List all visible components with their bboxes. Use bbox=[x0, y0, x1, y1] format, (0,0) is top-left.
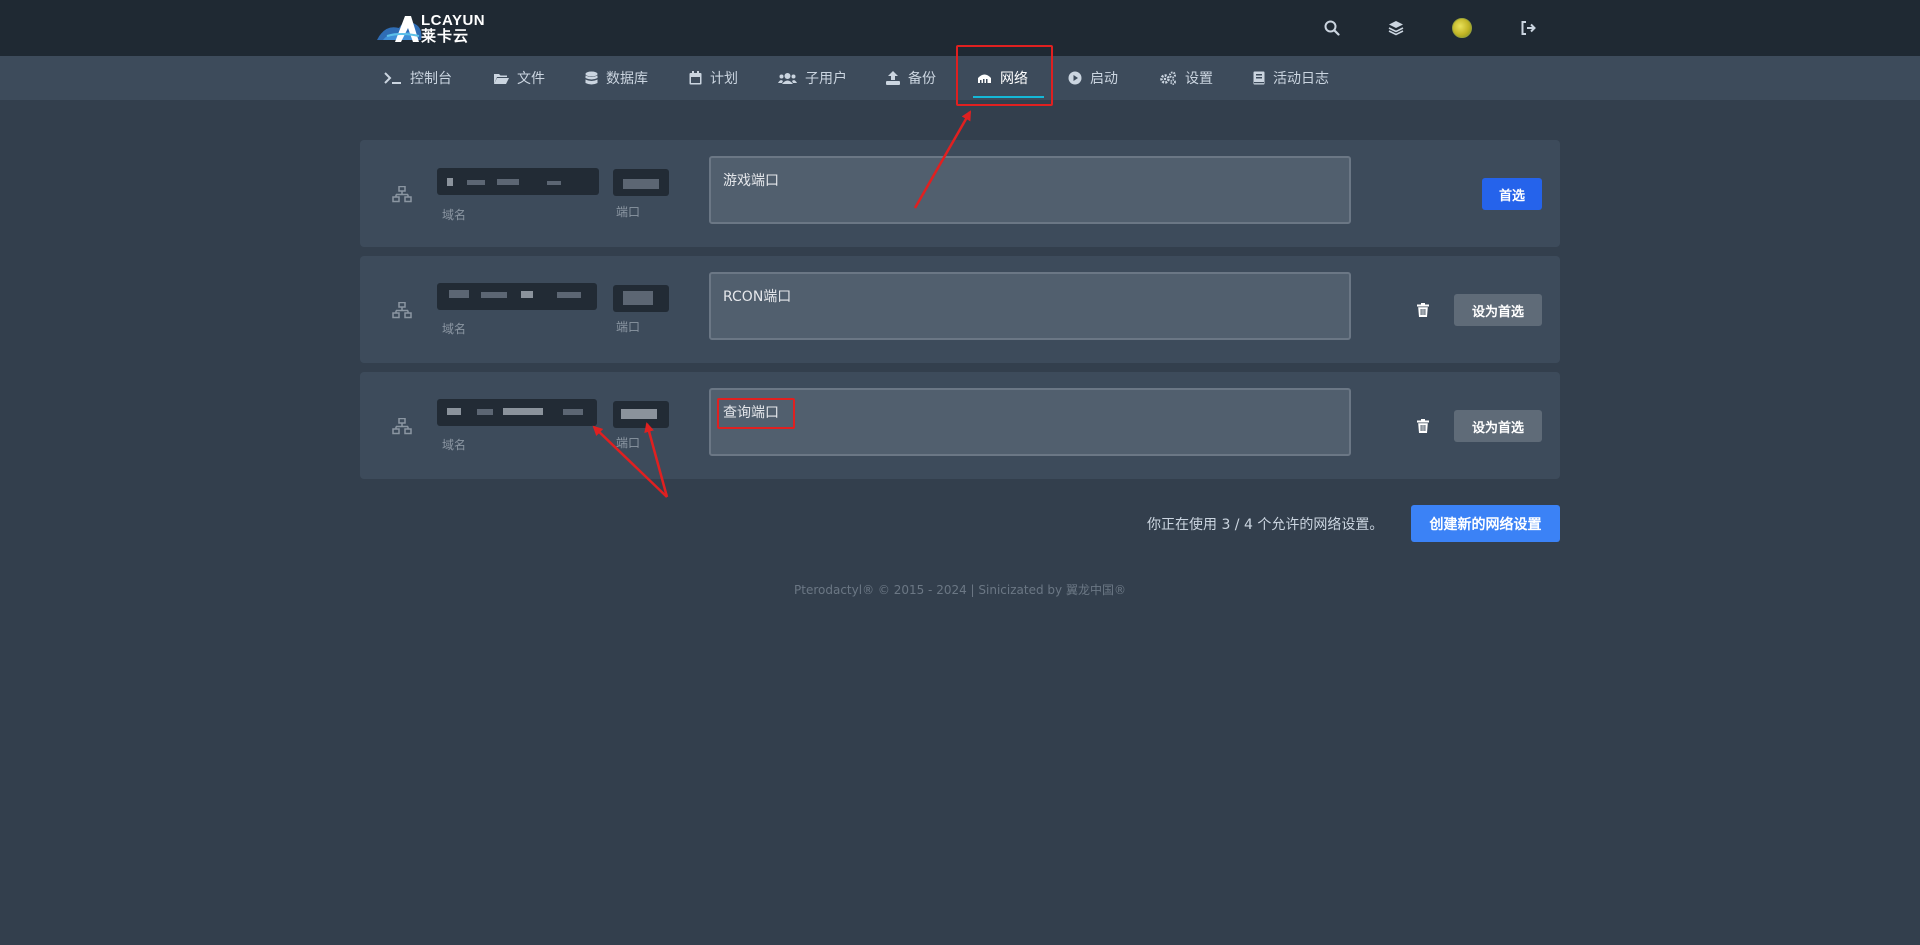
trash-icon[interactable] bbox=[1413, 416, 1433, 436]
set-primary-button[interactable]: 设为首选 bbox=[1454, 410, 1542, 442]
avatar bbox=[1452, 18, 1472, 38]
play-icon bbox=[1068, 71, 1082, 85]
layers-icon[interactable] bbox=[1384, 16, 1408, 40]
domain-label: 域名 bbox=[442, 322, 467, 336]
tab-label: 活动日志 bbox=[1273, 71, 1329, 87]
network-wired-icon bbox=[392, 418, 412, 435]
annotation-highlight-box bbox=[717, 398, 795, 429]
allocation-usage-text: 你正在使用 3 / 4 个允许的网络设置。 bbox=[1147, 517, 1384, 533]
domain-value-redacted bbox=[437, 168, 599, 195]
users-icon bbox=[778, 72, 797, 84]
tab-schedules[interactable]: 计划 bbox=[689, 56, 738, 100]
footer-copyright: Pterodactyl® © 2015 - 2024 | Sinicizated… bbox=[794, 583, 1126, 597]
tab-activity-log[interactable]: 活动日志 bbox=[1253, 56, 1329, 100]
port-value-redacted bbox=[613, 169, 669, 196]
set-primary-button[interactable]: 设为首选 bbox=[1454, 294, 1542, 326]
logo-text-cn: 莱卡云 bbox=[421, 26, 470, 45]
annotation-highlight-box bbox=[956, 45, 1053, 106]
tab-startup[interactable]: 启动 bbox=[1068, 56, 1118, 100]
tab-label: 控制台 bbox=[410, 71, 452, 87]
create-allocation-button[interactable]: 创建新的网络设置 bbox=[1411, 505, 1560, 542]
allocation-row: 域名 端口 查询端口 设为首选 bbox=[360, 372, 1560, 479]
tab-databases[interactable]: 数据库 bbox=[585, 56, 648, 100]
calendar-icon bbox=[689, 71, 702, 85]
tab-label: 备份 bbox=[908, 71, 936, 87]
domain-label: 域名 bbox=[442, 438, 467, 452]
logo-text-en: LCAYUN bbox=[421, 11, 486, 29]
tab-backups[interactable]: 备份 bbox=[886, 56, 936, 100]
tab-label: 文件 bbox=[517, 71, 545, 87]
account-button[interactable] bbox=[1450, 16, 1474, 40]
notes-input[interactable]: 游戏端口 bbox=[709, 156, 1351, 224]
domain-label: 域名 bbox=[442, 208, 467, 222]
tab-settings[interactable]: 设置 bbox=[1159, 56, 1213, 100]
tab-label: 计划 bbox=[710, 71, 738, 87]
logo-mark-icon bbox=[377, 16, 422, 42]
port-value-redacted bbox=[613, 401, 669, 428]
notes-input[interactable]: RCON端口 bbox=[709, 272, 1351, 340]
tab-label: 启动 bbox=[1090, 71, 1118, 87]
notes-input[interactable]: 查询端口 bbox=[709, 388, 1351, 456]
port-label: 端口 bbox=[616, 436, 641, 450]
tab-files[interactable]: 文件 bbox=[493, 56, 545, 100]
domain-value-redacted bbox=[437, 283, 597, 310]
folder-icon bbox=[494, 73, 509, 84]
tab-subusers[interactable]: 子用户 bbox=[778, 56, 847, 100]
tab-console[interactable]: 控制台 bbox=[384, 56, 452, 100]
port-value-redacted bbox=[613, 285, 669, 312]
logout-icon[interactable] bbox=[1516, 16, 1540, 40]
book-icon bbox=[1253, 71, 1265, 85]
tab-label: 设置 bbox=[1185, 71, 1213, 87]
domain-value-redacted bbox=[437, 399, 597, 426]
brand-logo[interactable]: LCAYUN 莱卡云 bbox=[375, 10, 505, 46]
terminal-icon bbox=[384, 72, 401, 84]
network-wired-icon bbox=[392, 186, 412, 203]
port-label: 端口 bbox=[616, 205, 641, 219]
tab-label: 数据库 bbox=[606, 71, 648, 87]
primary-button[interactable]: 首选 bbox=[1482, 178, 1542, 210]
database-icon bbox=[585, 71, 598, 84]
network-wired-icon bbox=[392, 302, 412, 319]
tab-label: 子用户 bbox=[805, 71, 847, 87]
allocation-row: 域名 端口 游戏端口 首选 bbox=[360, 140, 1560, 247]
port-label: 端口 bbox=[616, 320, 641, 334]
trash-icon[interactable] bbox=[1413, 300, 1433, 320]
cogs-icon bbox=[1160, 71, 1176, 85]
search-icon[interactable] bbox=[1320, 16, 1344, 40]
allocation-row: 域名 端口 RCON端口 设为首选 bbox=[360, 256, 1560, 363]
upload-icon bbox=[886, 71, 900, 85]
